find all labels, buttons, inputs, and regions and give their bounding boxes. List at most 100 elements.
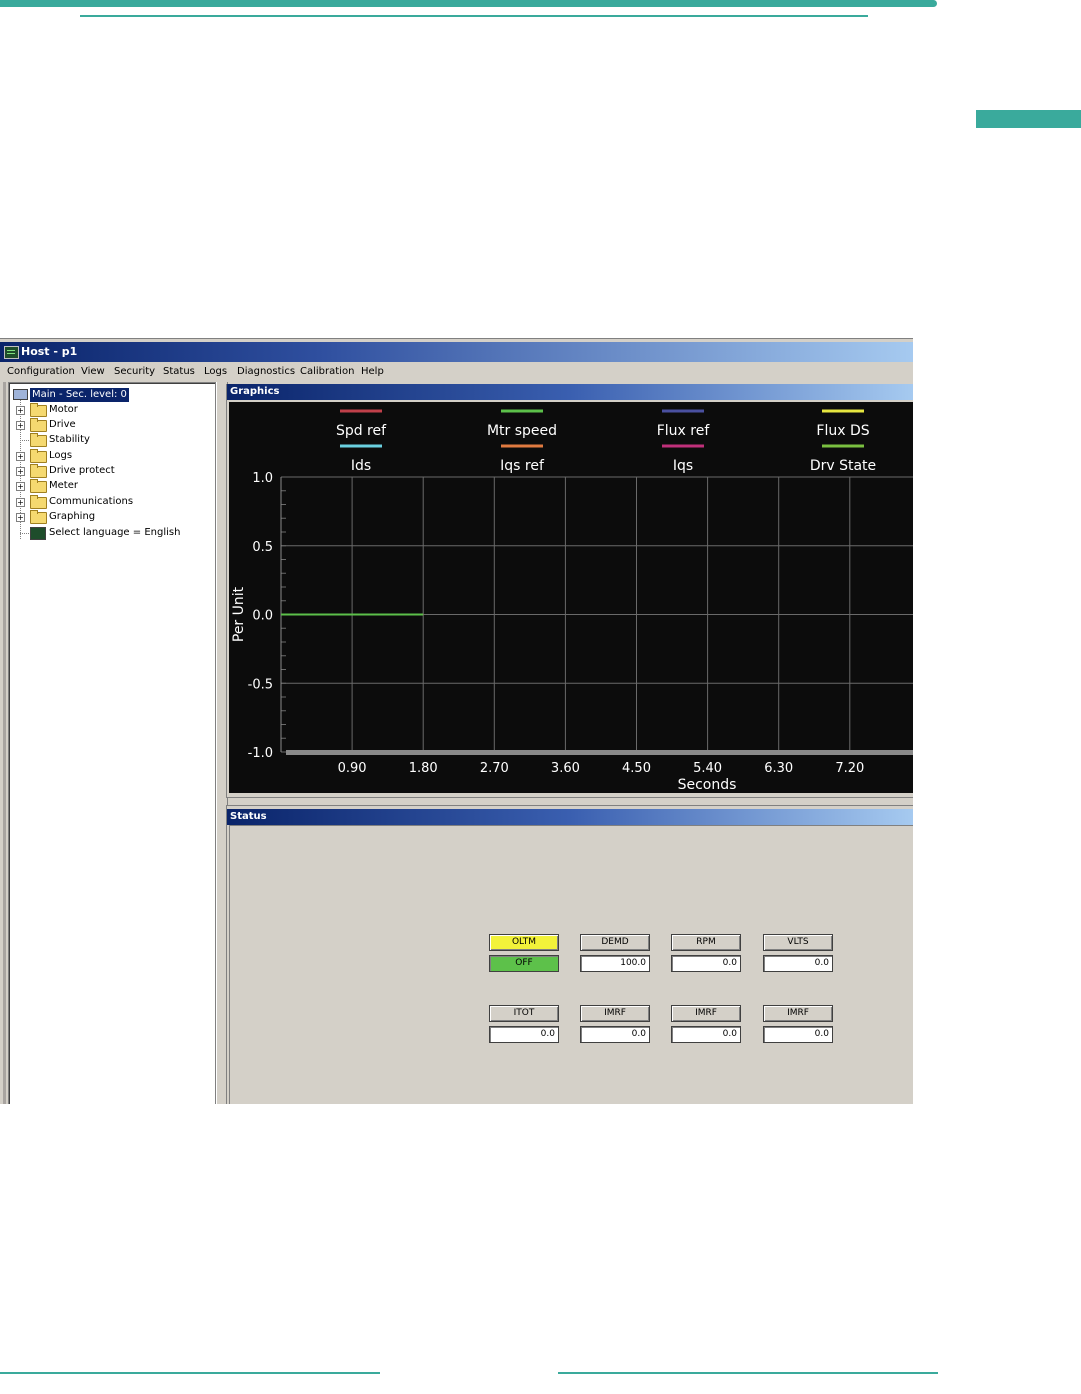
x-tick-label: 2.70 (480, 761, 509, 776)
folder-icon (30, 433, 47, 447)
status-label-imrf: IMRF (671, 1005, 741, 1022)
x-tick-label: 3.60 (551, 761, 580, 776)
menu-help[interactable]: Help (361, 366, 384, 377)
computer-icon (13, 389, 28, 400)
status-label-vlts: VLTS (763, 934, 833, 951)
status-value-text: 0.0 (540, 1029, 555, 1039)
legend-label: Ids (351, 458, 371, 474)
menu-security[interactable]: Security (114, 366, 155, 377)
expand-icon[interactable]: + (16, 421, 25, 430)
status-value-oltm: OFF (489, 955, 559, 972)
folder-icon (30, 495, 47, 509)
tree-scroll-rail[interactable] (3, 382, 6, 1104)
status-label-imrf: IMRF (580, 1005, 650, 1022)
status-value-text: 0.0 (631, 1029, 646, 1039)
status-value-imrf: 0.0 (580, 1026, 650, 1043)
legend-label: Mtr speed (487, 423, 557, 439)
status-label-demd: DEMD (580, 934, 650, 951)
status-value-vlts: 0.0 (763, 955, 833, 972)
y-axis-label: Per Unit (231, 586, 247, 642)
status-value-itot: 0.0 (489, 1026, 559, 1043)
expand-icon[interactable]: + (16, 513, 25, 522)
y-tick-label: -1.0 (248, 746, 273, 761)
tree-item-label: Motor (49, 404, 78, 415)
title-bar[interactable]: Host - p1 (0, 342, 913, 362)
status-value-text: OFF (515, 958, 533, 968)
status-value-text: 0.0 (814, 1029, 829, 1039)
expand-icon[interactable]: + (16, 452, 25, 461)
status-value-demd: 100.0 (580, 955, 650, 972)
status-label-oltm: OLTM (489, 934, 559, 951)
legend-label: Iqs (673, 458, 693, 474)
top-accent-bar (0, 0, 937, 7)
navigation-tree: Main - Sec. level: 0 + Motor + Drive Sta… (8, 382, 216, 1104)
tree-item-label: Meter (49, 480, 78, 491)
folder-icon (30, 418, 47, 432)
graphics-panel-title: Graphics (230, 386, 280, 397)
tree-connector (20, 533, 29, 534)
legend-label: Flux DS (816, 423, 869, 439)
tree-item-label: Stability (49, 434, 90, 445)
tree-root-label: Main - Sec. level: 0 (30, 388, 129, 402)
status-value-text: 0.0 (722, 1029, 737, 1039)
tree-item-label: Drive protect (49, 465, 115, 476)
status-label-rpm: RPM (671, 934, 741, 951)
app-icon (4, 346, 19, 359)
menu-view[interactable]: View (81, 366, 105, 377)
graphics-panel-header: Graphics (227, 384, 913, 400)
folder-icon (30, 449, 47, 463)
window-title: Host - p1 (21, 345, 78, 358)
y-tick-label: 0.0 (252, 609, 273, 624)
legend-label: Drv State (810, 458, 876, 474)
menu-logs[interactable]: Logs (204, 366, 227, 377)
expand-icon[interactable]: + (16, 467, 25, 476)
x-tick-label: 5.40 (693, 761, 722, 776)
bottom-accent-rule-right (558, 1372, 938, 1374)
y-tick-label: -0.5 (248, 677, 273, 692)
graph-icon (30, 527, 46, 540)
status-value-text: 0.0 (814, 958, 829, 968)
expand-icon[interactable]: + (16, 482, 25, 491)
x-axis-label: Seconds (678, 777, 737, 793)
legend-label: Flux ref (657, 423, 711, 439)
folder-icon (30, 510, 47, 524)
side-accent-tab (976, 110, 1081, 128)
y-tick-label: 1.0 (252, 471, 273, 486)
x-tick-label: 7.20 (835, 761, 864, 776)
status-panel-header: Status (227, 809, 913, 825)
tree-item-label: Logs (49, 450, 73, 461)
tree-item-label: Communications (49, 496, 134, 507)
x-axis-scrollbar (286, 750, 913, 755)
folder-icon (30, 464, 47, 478)
legend-label: Iqs ref (500, 458, 545, 474)
tree-connector (20, 440, 29, 441)
top-accent-rule (80, 15, 868, 17)
menu-diagnostics[interactable]: Diagnostics (237, 366, 295, 377)
tree-item-label: Graphing (49, 511, 96, 522)
tree-item-label: Drive (49, 419, 76, 430)
status-value-text: 0.0 (722, 958, 737, 968)
status-area: OLTM OFF DEMD 100.0 RPM 0.0 VLTS 0.0 ITO… (229, 825, 913, 1104)
expand-icon[interactable]: + (16, 498, 25, 507)
legend-label: Spd ref (336, 423, 387, 439)
status-value-imrf: 0.0 (671, 1026, 741, 1043)
x-tick-label: 4.50 (622, 761, 651, 776)
status-label-imrf: IMRF (763, 1005, 833, 1022)
menu-status[interactable]: Status (163, 366, 195, 377)
y-tick-label: 0.5 (252, 540, 273, 555)
status-label-itot: ITOT (489, 1005, 559, 1022)
x-tick-label: 1.80 (409, 761, 438, 776)
folder-icon (30, 479, 47, 493)
status-value-text: 100.0 (620, 958, 646, 968)
menu-calibration[interactable]: Calibration (300, 366, 354, 377)
expand-icon[interactable]: + (16, 406, 25, 415)
status-panel-title: Status (230, 811, 267, 822)
x-tick-label: 0.90 (338, 761, 367, 776)
folder-icon (30, 403, 47, 417)
bottom-accent-rule-left (0, 1372, 380, 1374)
graph-area[interactable]: Spd ref Mtr speed Flux ref Flux DS Ids Iqs re… (229, 402, 913, 793)
menu-configuration[interactable]: Configuration (7, 366, 75, 377)
tree-item-label: Select language = English (49, 527, 181, 538)
app-window: Host - p1 Configuration View Security St… (0, 338, 913, 1104)
menu-bar: Configuration View Security Status Logs … (0, 362, 913, 382)
